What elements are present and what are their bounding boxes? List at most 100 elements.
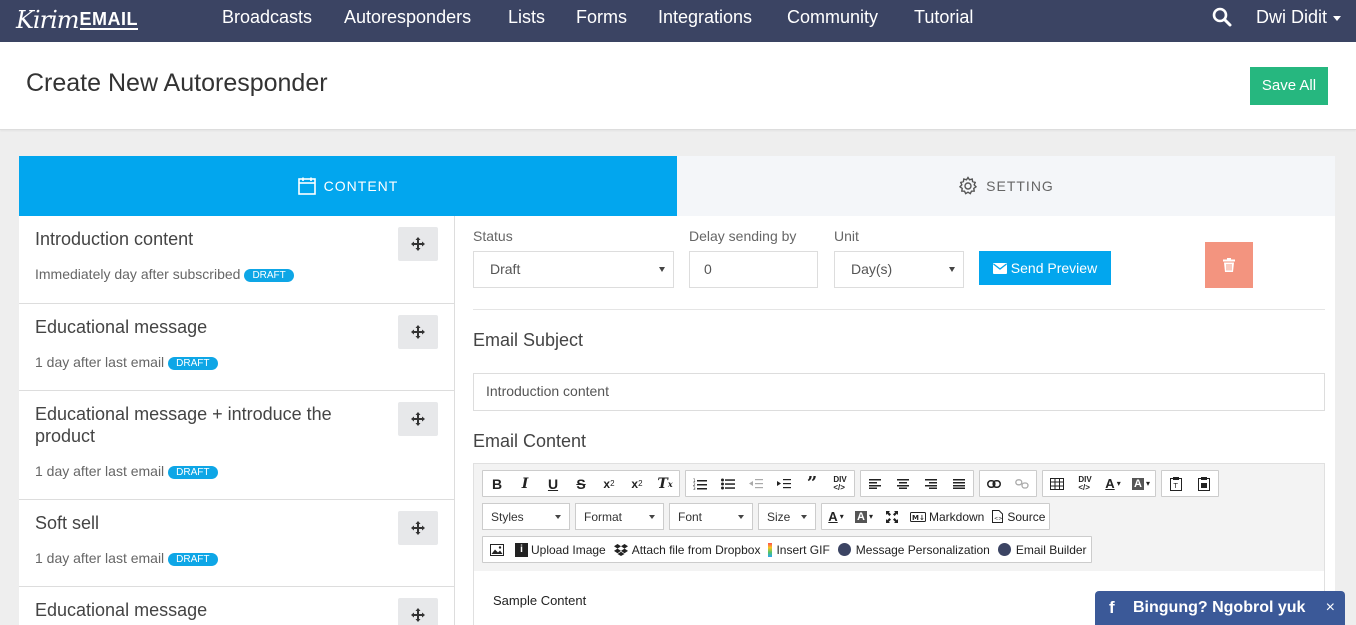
delay-input[interactable]: 0 xyxy=(689,251,818,288)
link-icon[interactable] xyxy=(980,471,1008,496)
unit-select[interactable]: Day(s) xyxy=(834,251,964,288)
drag-handle[interactable] xyxy=(398,227,438,261)
email-subject-input[interactable]: Introduction content xyxy=(473,373,1325,411)
save-all-button[interactable]: Save All xyxy=(1250,67,1328,105)
item-title: Introduction content xyxy=(35,229,194,249)
personalization-icon xyxy=(837,543,851,556)
personalization-button[interactable]: Message Personalization xyxy=(834,537,994,562)
align-right-icon[interactable] xyxy=(917,471,945,496)
maximize-icon[interactable] xyxy=(878,504,906,529)
text-color-icon[interactable]: A ▾ xyxy=(822,504,850,529)
align-left-icon[interactable] xyxy=(861,471,889,496)
underline-button[interactable]: U xyxy=(539,471,567,496)
gif-icon xyxy=(768,542,773,557)
div-icon[interactable]: DIV </> xyxy=(1071,471,1099,496)
table-icon[interactable] xyxy=(1043,471,1071,496)
paste-word-icon[interactable] xyxy=(1190,471,1218,496)
upload-image-button[interactable]: i Upload Image xyxy=(511,537,610,562)
nav-broadcasts[interactable]: Broadcasts xyxy=(222,0,312,34)
drag-handle[interactable] xyxy=(398,402,438,436)
drag-handle[interactable] xyxy=(398,511,438,545)
numbered-list-icon[interactable]: 123 xyxy=(686,471,714,496)
editor-toolbar-row-1: B I U S x2 x2 Tx 123 ” DIV </> DIV </> A… xyxy=(482,470,1224,497)
trash-icon xyxy=(1223,258,1235,272)
dropdown-arrow-icon xyxy=(949,267,955,272)
email-builder-button[interactable]: Email Builder xyxy=(994,537,1091,562)
source-icon: <> xyxy=(992,510,1004,523)
close-icon[interactable]: × xyxy=(1326,599,1335,617)
toolbar-group-insert: DIV </> A ▾ A ▾ xyxy=(1042,470,1156,497)
page-header: Create New Autoresponder Save All xyxy=(0,42,1356,130)
toolbar-group-link xyxy=(979,470,1037,497)
drag-handle[interactable] xyxy=(398,315,438,349)
bold-button[interactable]: B xyxy=(483,471,511,496)
facebook-chat-widget[interactable]: f Bingung? Ngobrol yuk × xyxy=(1095,591,1345,625)
markdown-button[interactable]: M↓ Markdown xyxy=(906,504,988,529)
source-button[interactable]: <> Source xyxy=(988,504,1049,529)
nav-forms[interactable]: Forms xyxy=(576,0,627,34)
tab-content[interactable]: CONTENT xyxy=(19,156,677,216)
subscript-button[interactable]: x2 xyxy=(595,471,623,496)
send-preview-button[interactable]: Send Preview xyxy=(979,251,1111,285)
nav-integrations[interactable]: Integrations xyxy=(658,0,752,34)
item-title: Educational message xyxy=(35,317,208,337)
toolbar-group-style: A ▾ A ▾ M↓ Markdown <> Source xyxy=(821,503,1051,530)
strikethrough-button[interactable]: S xyxy=(567,471,595,496)
nav-lists[interactable]: Lists xyxy=(508,0,545,34)
search-icon[interactable] xyxy=(1211,6,1235,30)
nav-autoresponders[interactable]: Autoresponders xyxy=(344,0,471,34)
nav-tutorial[interactable]: Tutorial xyxy=(914,0,973,34)
status-badge: DRAFT xyxy=(168,357,218,370)
item-timing: 1 day after last email DRAFT xyxy=(35,549,438,567)
dropbox-button[interactable]: Attach file from Dropbox xyxy=(610,537,765,562)
item-timing: Immediately day after subscribed DRAFT xyxy=(35,265,438,283)
unlink-icon[interactable] xyxy=(1008,471,1036,496)
italic-button[interactable]: I xyxy=(511,471,539,496)
delay-label: Delay sending by xyxy=(689,228,797,244)
list-item[interactable]: Introduction content Immediately day aft… xyxy=(19,216,454,304)
user-name: Dwi Didit xyxy=(1256,7,1328,27)
justify-icon[interactable] xyxy=(945,471,973,496)
calendar-icon xyxy=(297,177,316,195)
align-center-icon[interactable] xyxy=(889,471,917,496)
email-subject-heading: Email Subject xyxy=(473,330,584,350)
toolbar-group-paragraph: 123 ” DIV </> xyxy=(685,470,855,497)
list-item[interactable]: Educational message + introduce the prod… xyxy=(19,391,454,500)
superscript-button[interactable]: x2 xyxy=(623,471,651,496)
delete-button[interactable] xyxy=(1205,242,1253,288)
outdent-icon[interactable] xyxy=(742,471,770,496)
image-icon[interactable] xyxy=(483,537,511,562)
unit-label: Unit xyxy=(834,228,859,244)
kirimemail-logo[interactable]: Kirim EMAIL xyxy=(16,2,139,38)
nav-community[interactable]: Community xyxy=(787,0,878,34)
drag-handle[interactable] xyxy=(398,598,438,625)
move-icon xyxy=(411,412,425,426)
status-label: Status xyxy=(473,228,513,244)
background-color-icon[interactable]: A ▾ xyxy=(1127,471,1155,496)
styles-dropdown[interactable]: Styles xyxy=(482,503,570,530)
blockquote-icon[interactable]: ” xyxy=(798,471,826,496)
indent-icon[interactable] xyxy=(770,471,798,496)
chevron-down-icon xyxy=(649,514,655,519)
tab-setting[interactable]: SETTING xyxy=(677,156,1335,216)
user-menu[interactable]: Dwi Didit xyxy=(1256,0,1342,34)
remove-format-button[interactable]: Tx xyxy=(651,471,679,496)
paste-text-icon[interactable]: T xyxy=(1162,471,1190,496)
format-dropdown[interactable]: Format xyxy=(575,503,664,530)
editor-text: Sample Content xyxy=(493,593,587,608)
list-item[interactable]: Educational message 1 day after last ema… xyxy=(19,304,454,391)
font-dropdown[interactable]: Font xyxy=(669,503,753,530)
text-color-icon[interactable]: A ▾ xyxy=(1099,471,1127,496)
status-select[interactable]: Draft xyxy=(473,251,674,288)
background-color-icon[interactable]: A ▾ xyxy=(850,504,878,529)
list-item[interactable]: Soft sell 1 day after last email DRAFT xyxy=(19,500,454,587)
div-container-icon[interactable]: DIV </> xyxy=(826,471,854,496)
bulleted-list-icon[interactable] xyxy=(714,471,742,496)
list-item[interactable]: Educational message xyxy=(19,587,454,625)
dropbox-icon xyxy=(613,543,628,556)
insert-gif-button[interactable]: Insert GIF xyxy=(764,537,833,562)
toolbar-group-align xyxy=(860,470,974,497)
info-icon: i xyxy=(515,542,528,557)
move-icon xyxy=(411,608,425,622)
size-dropdown[interactable]: Size xyxy=(758,503,816,530)
